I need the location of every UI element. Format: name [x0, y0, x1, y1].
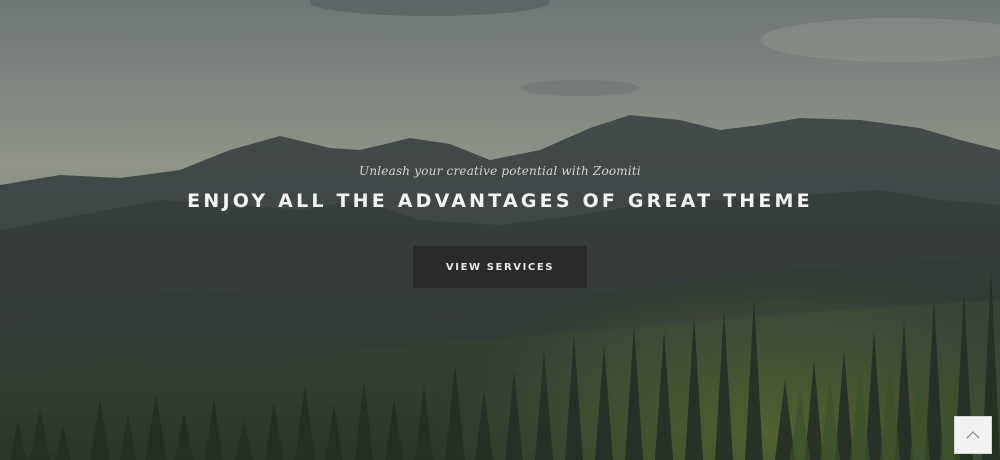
hero-section: Unleash your creative potential with Zoo… [0, 0, 1000, 460]
hero-content: Unleash your creative potential with Zoo… [0, 160, 1000, 288]
hero-headline: ENJOY ALL THE ADVANTAGES OF GREAT THEME [187, 190, 813, 212]
back-to-top-button[interactable] [954, 416, 992, 454]
hero-tagline: Unleash your creative potential with Zoo… [359, 164, 641, 178]
chevron-up-icon [966, 431, 980, 439]
view-services-button[interactable]: VIEW SERVICES [413, 246, 587, 288]
